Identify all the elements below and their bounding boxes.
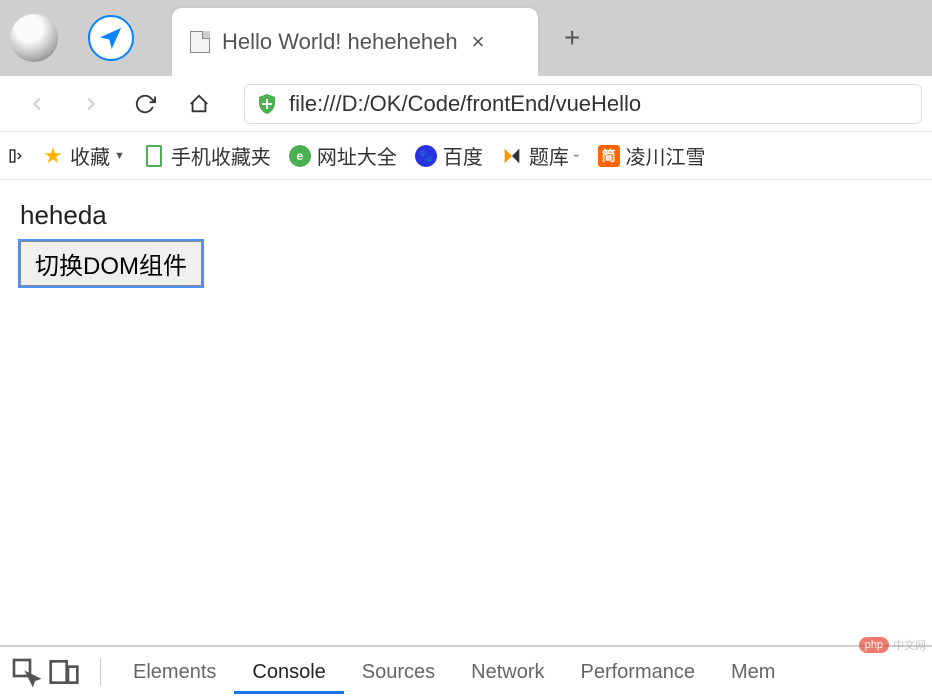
watermark: php 中文网 bbox=[859, 637, 926, 653]
devices-icon bbox=[48, 656, 80, 688]
devtools-tab-console[interactable]: Console bbox=[234, 651, 343, 694]
devtools-tab-memory[interactable]: Mem bbox=[713, 651, 793, 694]
home-button[interactable] bbox=[178, 83, 220, 125]
devtools-tab-performance[interactable]: Performance bbox=[563, 651, 714, 694]
devtools-tab-network[interactable]: Network bbox=[453, 651, 562, 694]
star-icon: ★ bbox=[42, 145, 64, 167]
lingchuan-bookmark[interactable]: 简 凌川江雪 bbox=[598, 141, 706, 170]
baidu-icon: 🐾 bbox=[415, 145, 437, 167]
chevron-right-icon bbox=[80, 93, 102, 115]
devtools-bar: Elements Console Sources Network Perform… bbox=[0, 645, 932, 697]
baidu-bookmark[interactable]: 🐾 百度 bbox=[415, 141, 483, 170]
site-nav-bookmark[interactable]: e 网址大全 bbox=[289, 141, 397, 170]
page-text: heheda bbox=[20, 200, 912, 231]
tiku-icon bbox=[501, 145, 523, 167]
baidu-label: 百度 bbox=[443, 141, 483, 170]
phone-favorites-button[interactable]: 手机收藏夹 bbox=[143, 141, 271, 170]
forward-button[interactable] bbox=[70, 83, 112, 125]
caret-down-icon: ▼ bbox=[114, 150, 125, 162]
lingchuan-label: 凌川江雪 bbox=[626, 141, 706, 170]
phone-icon bbox=[143, 145, 165, 167]
home-icon bbox=[188, 93, 210, 115]
sidebar-toggle-button[interactable] bbox=[8, 147, 26, 165]
security-shield-icon bbox=[255, 92, 279, 116]
favorites-label: 收藏 bbox=[70, 141, 110, 170]
reload-button[interactable] bbox=[124, 83, 166, 125]
watermark-text: 中文网 bbox=[893, 637, 926, 653]
devtools-tab-sources[interactable]: Sources bbox=[344, 651, 453, 694]
page-content: heheda 切换DOM组件 bbox=[0, 180, 932, 306]
location-arrow-icon bbox=[100, 27, 122, 49]
chevron-left-icon bbox=[26, 93, 48, 115]
navigation-compass-button[interactable] bbox=[88, 15, 134, 61]
navigation-bar: file:///D:/OK/Code/frontEnd/vueHello bbox=[0, 76, 932, 132]
favorites-button[interactable]: ★ 收藏 ▼ bbox=[42, 141, 125, 170]
jian-icon: 简 bbox=[598, 145, 620, 167]
page-file-icon bbox=[190, 31, 210, 53]
avatar[interactable] bbox=[10, 14, 58, 62]
bookmarks-bar: ★ 收藏 ▼ 手机收藏夹 e 网址大全 🐾 百度 题库 - 简 凌川江雪 bbox=[0, 132, 932, 180]
tiku-label: 题库 bbox=[529, 141, 569, 170]
tab-bar: Hello World! heheheheh × + bbox=[0, 0, 932, 76]
close-tab-button[interactable]: × bbox=[472, 29, 485, 55]
browser-tab[interactable]: Hello World! heheheheh × bbox=[172, 8, 538, 76]
360-icon: e bbox=[289, 145, 311, 167]
site-nav-label: 网址大全 bbox=[317, 141, 397, 170]
device-toolbar-button[interactable] bbox=[48, 656, 80, 688]
inspect-icon bbox=[10, 656, 42, 688]
separator bbox=[100, 658, 101, 686]
inspect-element-button[interactable] bbox=[10, 656, 42, 688]
url-input[interactable]: file:///D:/OK/Code/frontEnd/vueHello bbox=[244, 84, 922, 124]
reload-icon bbox=[134, 93, 156, 115]
phone-favorites-label: 手机收藏夹 bbox=[171, 141, 271, 170]
sidebar-icon bbox=[8, 147, 26, 165]
tiku-suffix: - bbox=[573, 144, 580, 167]
devtools-tab-elements[interactable]: Elements bbox=[115, 651, 234, 694]
toggle-dom-button[interactable]: 切换DOM组件 bbox=[20, 241, 202, 286]
new-tab-button[interactable]: + bbox=[564, 22, 580, 54]
url-text: file:///D:/OK/Code/frontEnd/vueHello bbox=[289, 91, 641, 117]
tiku-bookmark[interactable]: 题库 - bbox=[501, 141, 580, 170]
watermark-badge: php bbox=[859, 637, 889, 653]
back-button[interactable] bbox=[16, 83, 58, 125]
avatar-image bbox=[10, 14, 58, 62]
tab-title: Hello World! heheheheh bbox=[222, 29, 458, 55]
